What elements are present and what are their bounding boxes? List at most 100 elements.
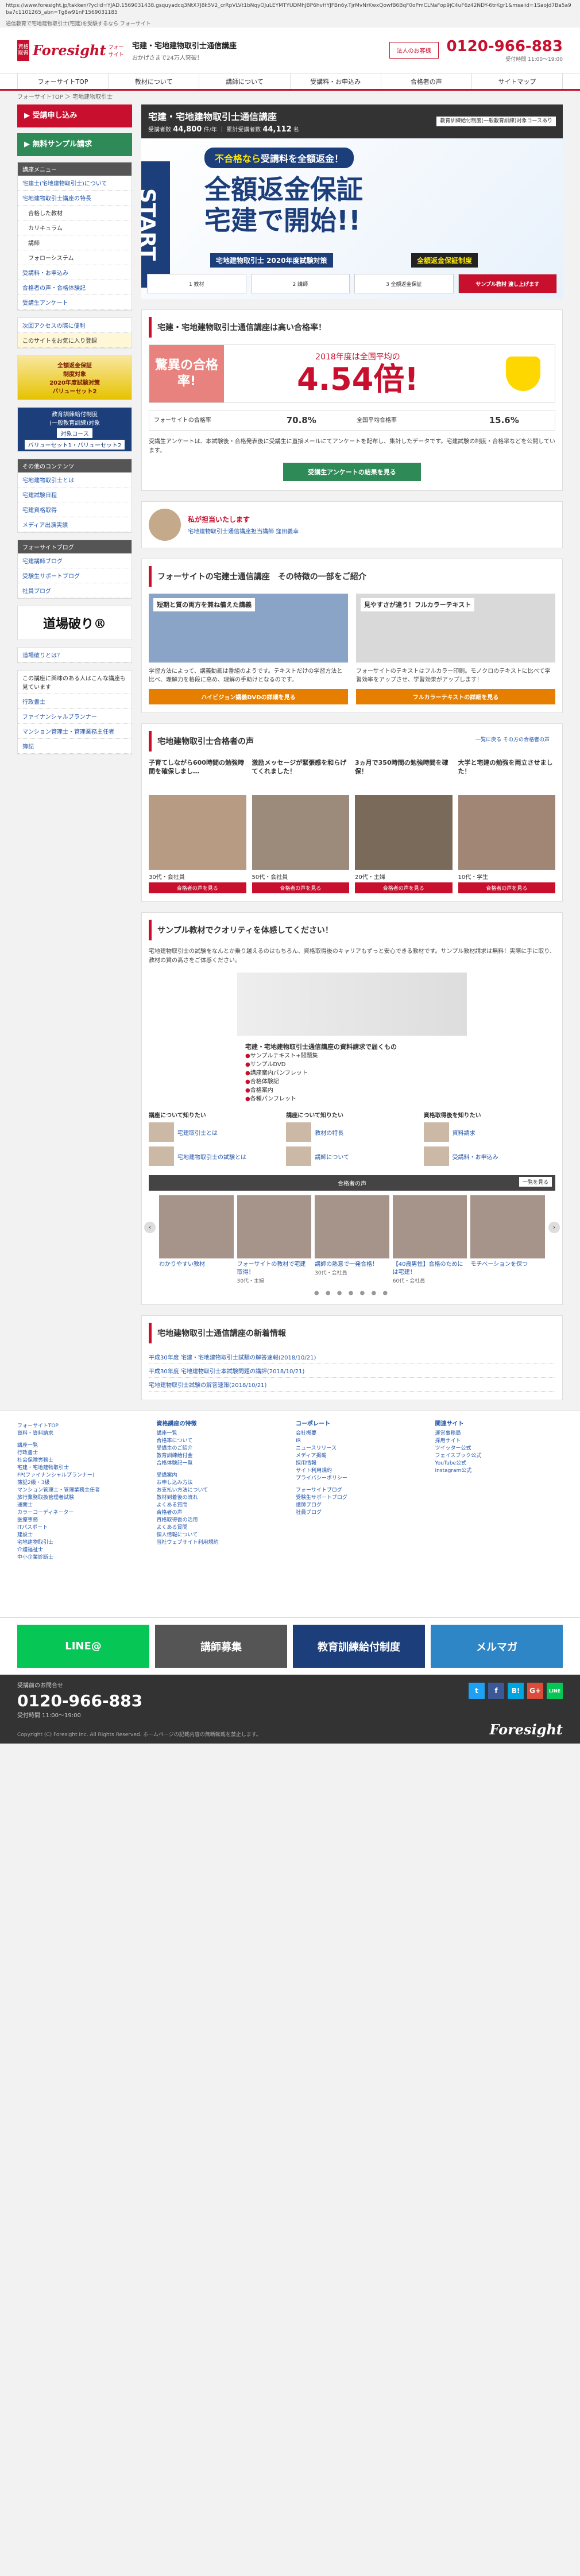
footer-link[interactable]: プライバシーポリシー bbox=[296, 1475, 424, 1482]
footer-link[interactable]: フォーサイトTOP bbox=[17, 1423, 145, 1430]
blog-link[interactable]: 社員ブログ bbox=[18, 583, 132, 598]
corporate-button[interactable]: 法人のお客様 bbox=[389, 42, 439, 59]
footer-link[interactable]: 運営事務局 bbox=[435, 1430, 563, 1438]
footer-link[interactable]: 社員ブログ bbox=[296, 1509, 424, 1517]
category-item[interactable]: 教材の特長 bbox=[286, 1122, 417, 1142]
menu-item[interactable]: フォローシステム bbox=[18, 250, 132, 265]
footer-link[interactable]: 受験生サポートブログ bbox=[296, 1494, 424, 1502]
carousel-card[interactable]: 講師の熱意で一発合格！ 30代・会社員 bbox=[315, 1195, 389, 1284]
footer-link[interactable]: 医療事務 bbox=[17, 1517, 145, 1524]
hero-banner[interactable]: START 不合格なら受講料を全額返金！ 全額返金保証 宅建で開始!! 宅地建物… bbox=[141, 138, 563, 299]
category-item[interactable]: 宅建取引士とは bbox=[149, 1122, 280, 1142]
footer-link[interactable]: ニュースリリース bbox=[296, 1445, 424, 1452]
footer-link[interactable]: マンション管理士・管理業務主任者 bbox=[17, 1487, 145, 1494]
voice-button[interactable]: 合格者の声を見る bbox=[355, 882, 453, 893]
other-link[interactable]: 宅建資格取得 bbox=[18, 502, 132, 517]
footer-link[interactable]: 簿記2級・3級 bbox=[17, 1479, 145, 1487]
footer-link[interactable]: 合格体験記一覧 bbox=[157, 1460, 285, 1467]
voices-link[interactable]: 一覧に戻る その方の合格者の声 bbox=[475, 735, 550, 747]
dojo-banner[interactable]: 道場破り® bbox=[17, 606, 132, 640]
nav-sitemap[interactable]: サイトマップ bbox=[472, 73, 563, 89]
footer-link[interactable]: IR bbox=[296, 1438, 424, 1445]
voice-button[interactable]: 合格者の声を見る bbox=[458, 882, 555, 893]
hero-thumb[interactable]: 1 教材 bbox=[147, 274, 246, 293]
other-link[interactable]: 宅地建物取引士とは bbox=[18, 472, 132, 487]
footer-link[interactable]: 社会保険労務士 bbox=[17, 1457, 145, 1465]
footer-link[interactable]: ツイッター公式 bbox=[435, 1445, 563, 1452]
education-benefit-banner[interactable]: 教育訓練給付制度 (一般教育訓練)対象 対象コース バリューセット1・バリューセ… bbox=[17, 407, 132, 452]
footer-link[interactable]: 合格率について bbox=[157, 1438, 285, 1445]
footer-link[interactable]: 合格者の声 bbox=[157, 1509, 285, 1517]
category-item[interactable]: 資料請求 bbox=[423, 1122, 555, 1142]
footer-link[interactable]: 採用情報 bbox=[296, 1460, 424, 1467]
footer-link[interactable]: YouTube公式 bbox=[435, 1460, 563, 1467]
recruit-banner[interactable]: 講師募集 bbox=[155, 1625, 287, 1668]
footer-link[interactable]: カラーコーディネーター bbox=[17, 1509, 145, 1517]
footer-link[interactable]: 資料・資料請求 bbox=[17, 1430, 145, 1438]
carousel-dots[interactable]: ● ● ● ● ● ● ● bbox=[142, 1284, 562, 1304]
footer-link[interactable]: 会社概要 bbox=[296, 1430, 424, 1438]
footer-link[interactable]: 介護福祉士 bbox=[17, 1547, 145, 1554]
footer-link[interactable]: 宅建・宅地建物取引士 bbox=[17, 1465, 145, 1472]
menu-item[interactable]: 宅建士(宅地建物取引士)について bbox=[18, 176, 132, 191]
footer-link[interactable]: 個人情報について bbox=[157, 1532, 285, 1539]
education-banner[interactable]: 教育訓練給付制度 bbox=[293, 1625, 425, 1668]
voice-button[interactable]: 合格者の声を見る bbox=[149, 882, 246, 893]
line-banner[interactable]: LINE@ bbox=[17, 1625, 149, 1668]
teacher-name[interactable]: 宅地建物取引士通信講座担当講師 窪田義幸 bbox=[188, 526, 299, 535]
footer-link[interactable]: 受講生のご紹介 bbox=[157, 1445, 285, 1452]
footer-link[interactable]: 旅行業務取扱管理者試験 bbox=[17, 1494, 145, 1502]
menu-item[interactable]: 講師 bbox=[18, 235, 132, 250]
footer-link[interactable]: お申し込み方法 bbox=[157, 1479, 285, 1487]
menu-item[interactable]: 宅地建物取引士講座の特長 bbox=[18, 191, 132, 206]
related-link[interactable]: 行政書士 bbox=[18, 694, 132, 709]
voice-button[interactable]: 合格者の声を見る bbox=[252, 882, 349, 893]
other-link[interactable]: メディア出演実績 bbox=[18, 517, 132, 532]
blog-link[interactable]: 受験生サポートブログ bbox=[18, 568, 132, 583]
nav-fees[interactable]: 受講料・お申込み bbox=[291, 73, 381, 89]
carousel-card[interactable]: フォーサイトの教材で宅建取得！ 30代・主婦 bbox=[237, 1195, 312, 1284]
survey-results-button[interactable]: 受講生アンケートの結果を見る bbox=[283, 463, 421, 481]
hatena-icon[interactable]: B! bbox=[508, 1683, 524, 1699]
footer-link[interactable]: 受講案内 bbox=[157, 1472, 285, 1479]
blog-link[interactable]: 宅建講師ブログ bbox=[18, 553, 132, 568]
footer-link[interactable]: よくある質問 bbox=[157, 1502, 285, 1509]
refund-guarantee-banner[interactable]: 全額返金保証 制度対象 2020年度試験対策 バリューセット2 bbox=[17, 355, 132, 400]
footer-link[interactable]: 建設士 bbox=[17, 1532, 145, 1539]
twitter-icon[interactable]: t bbox=[469, 1683, 485, 1699]
footer-link[interactable]: 採用サイト bbox=[435, 1438, 563, 1445]
footer-link[interactable]: よくある質問 bbox=[157, 1524, 285, 1532]
footer-link[interactable]: 宅地建物取引士 bbox=[17, 1539, 145, 1547]
line-icon[interactable]: LINE bbox=[547, 1683, 563, 1699]
facebook-icon[interactable]: f bbox=[488, 1683, 504, 1699]
site-logo[interactable]: 資格取得 Foresight フォーサイト bbox=[17, 40, 126, 61]
footer-link[interactable]: 教材到着後の流れ bbox=[157, 1494, 285, 1502]
hero-thumb[interactable]: 2 講師 bbox=[250, 274, 350, 293]
googleplus-icon[interactable]: G+ bbox=[527, 1683, 543, 1699]
menu-item[interactable]: 受講生アンケート bbox=[18, 295, 132, 310]
category-item[interactable]: 講師について bbox=[286, 1146, 417, 1166]
carousel-card[interactable]: 【40歳男性】合格のためには宅建！ 60代・会社員 bbox=[392, 1195, 467, 1284]
carousel-card[interactable]: モチベーションを保つ bbox=[470, 1195, 545, 1284]
footer-link[interactable]: 通関士 bbox=[17, 1502, 145, 1509]
news-item[interactable]: 平成30年度 宅地建物取引士本試験問題の講評(2018/10/21) bbox=[149, 1364, 555, 1378]
bookmark-link[interactable]: このサイトをお気に入り登録 bbox=[18, 333, 132, 348]
news-item[interactable]: 平成30年度 宅建・宅地建物取引士試験の解答速報(2018/10/21) bbox=[149, 1350, 555, 1364]
chevron-right-icon[interactable]: › bbox=[548, 1222, 560, 1233]
carousel-card[interactable]: わかりやすい教材 bbox=[159, 1195, 234, 1284]
footer-link[interactable]: 講師ブログ bbox=[296, 1502, 424, 1509]
footer-link[interactable]: FP(ファイナンシャルプランナー) bbox=[17, 1472, 145, 1479]
footer-link[interactable]: 行政書士 bbox=[17, 1450, 145, 1457]
footer-link[interactable]: フォーサイトブログ bbox=[296, 1487, 424, 1494]
menu-item[interactable]: 合格した教材 bbox=[18, 206, 132, 220]
nav-teachers[interactable]: 講師について bbox=[199, 73, 291, 89]
other-link[interactable]: 宅建試験日程 bbox=[18, 487, 132, 502]
menu-item[interactable]: 合格者の声・合格体験記 bbox=[18, 280, 132, 295]
hero-thumb-sample[interactable]: サンプル教材 渡し上げます bbox=[458, 274, 557, 293]
footer-link[interactable]: 中小企業診断士 bbox=[17, 1554, 145, 1562]
footer-link[interactable]: 講座一覧 bbox=[17, 1442, 145, 1450]
category-item[interactable]: 受講料・お申込み bbox=[423, 1146, 555, 1166]
apply-button[interactable]: ▶ 受講申し込み bbox=[17, 104, 132, 127]
category-item[interactable]: 宅地建物取引士の試験とは bbox=[149, 1146, 280, 1166]
footer-link[interactable]: メディア掲載 bbox=[296, 1452, 424, 1460]
